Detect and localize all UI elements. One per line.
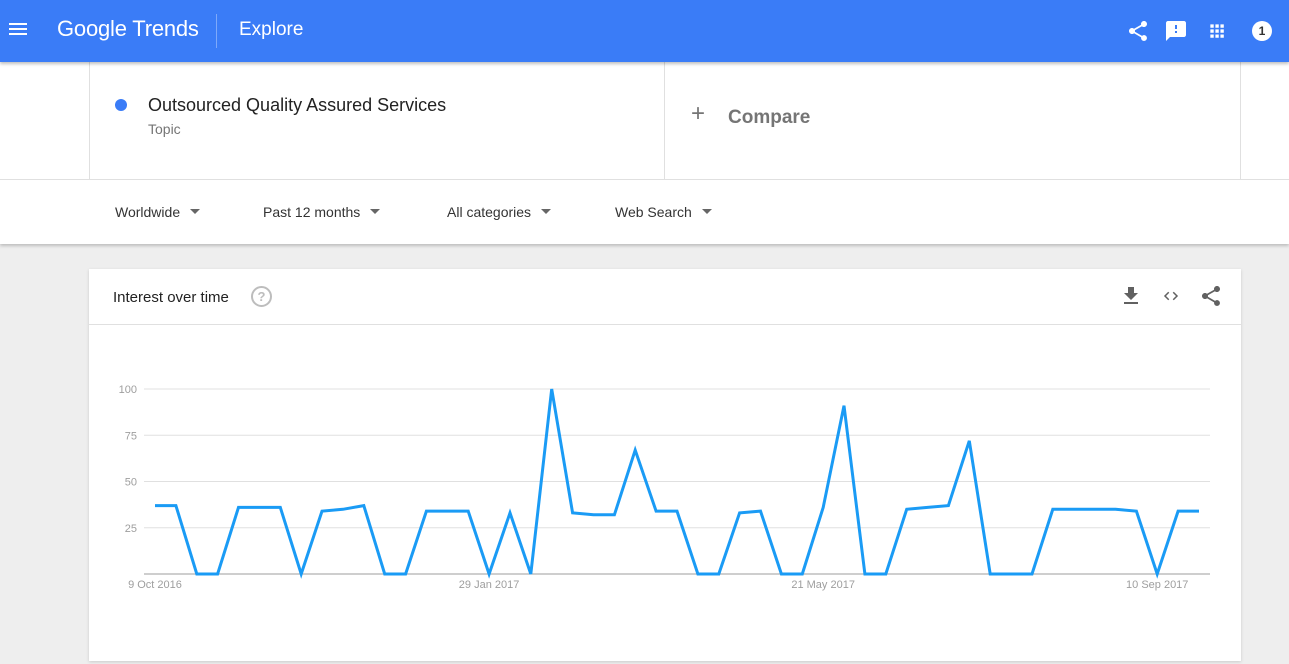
search-panel: Outsourced Quality Assured Services Topi… <box>0 62 1289 244</box>
interest-over-time-card: Interest over time ? 25 50 75 100 9 Oct 2016… <box>89 269 1241 661</box>
filter-category-dropdown[interactable]: All categories <box>447 204 552 220</box>
filter-location-dropdown[interactable]: Worldwide <box>115 204 201 220</box>
interest-line-chart[interactable]: 25 50 75 100 9 Oct 2016 29 Jan 2017 21 May 201… <box>89 269 1241 661</box>
filter-bar: Worldwide Past 12 months All categories … <box>0 180 1289 244</box>
compare-label: Compare <box>728 107 811 128</box>
filter-search-type-dropdown[interactable]: Web Search <box>615 204 712 220</box>
filter-category-label: All categories <box>447 204 532 220</box>
term-name: Outsourced Quality Assured Services <box>148 95 447 115</box>
caret-down-icon <box>701 208 712 214</box>
plus-icon: + <box>691 100 706 127</box>
logo-trends-text: Trends <box>132 16 199 41</box>
share-icon[interactable] <box>1126 19 1150 43</box>
y-tick-label: 25 <box>125 523 137 535</box>
apps-grid-icon[interactable] <box>1205 19 1229 43</box>
term-color-dot <box>115 99 127 111</box>
y-tick-label: 75 <box>125 430 137 442</box>
menu-icon[interactable] <box>8 20 28 40</box>
filter-time-dropdown[interactable]: Past 12 months <box>263 204 381 220</box>
filter-time-label: Past 12 months <box>263 204 361 220</box>
y-tick-label: 50 <box>125 477 137 489</box>
x-tick-label: 10 Sep 2017 <box>1126 579 1188 591</box>
google-trends-logo[interactable]: Google Trends <box>57 16 199 42</box>
caret-down-icon <box>370 208 381 214</box>
account-avatar[interactable]: 1 <box>1252 21 1272 41</box>
x-tick-label: 29 Jan 2017 <box>459 579 520 591</box>
x-tick-label: 9 Oct 2016 <box>128 579 182 591</box>
page-title: Explore <box>239 19 304 40</box>
x-tick-label: 21 May 2017 <box>791 579 855 591</box>
caret-down-icon <box>190 208 201 214</box>
compare-button[interactable]: + Compare <box>665 62 1241 180</box>
filter-search-type-label: Web Search <box>615 204 692 220</box>
feedback-icon[interactable] <box>1164 19 1188 43</box>
logo-google-text: Google <box>57 16 127 41</box>
term-type: Topic <box>148 121 181 137</box>
filter-location-label: Worldwide <box>115 204 181 220</box>
caret-down-icon <box>541 208 552 214</box>
app-bar: Google Trends Explore 1 <box>0 0 1289 62</box>
header-divider <box>216 14 217 48</box>
terms-row: Outsourced Quality Assured Services Topi… <box>0 62 1289 180</box>
y-tick-label: 100 <box>119 384 137 396</box>
search-term-card[interactable]: Outsourced Quality Assured Services Topi… <box>89 62 665 180</box>
